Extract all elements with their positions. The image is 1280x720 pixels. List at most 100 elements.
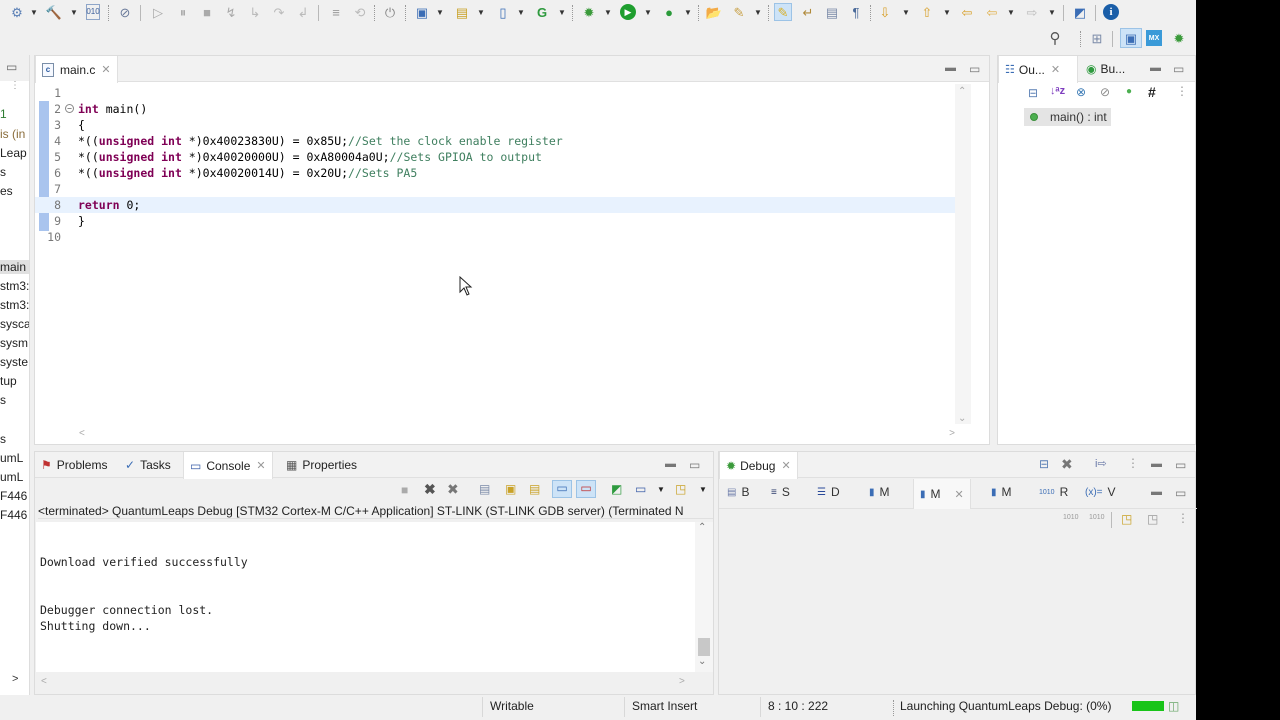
step-over-icon[interactable]: ↷ [270, 3, 288, 21]
maximize-icon[interactable]: ▭ [6, 60, 17, 74]
debug-perspective-icon[interactable]: ✹ [1170, 29, 1188, 47]
tree-item-selected[interactable]: main [0, 260, 29, 274]
chevron-down-icon[interactable]: ▼ [657, 485, 665, 494]
tree-item[interactable]: stm3: [0, 298, 29, 312]
tab-tasks[interactable]: ✓ Tasks [119, 452, 177, 478]
fold-collapse-icon[interactable]: − [65, 104, 74, 113]
chevron-down-icon[interactable]: ▼ [754, 5, 762, 19]
search-icon[interactable]: ✎ [730, 3, 748, 21]
maximize-icon[interactable]: ▭ [689, 458, 700, 472]
scroll-left-icon[interactable]: < [41, 676, 47, 687]
code-line[interactable]: 3{ [35, 117, 955, 133]
scrollbar-thumb[interactable] [698, 638, 710, 656]
close-icon[interactable]: ✕ [781, 459, 790, 472]
cubemx-perspective-icon[interactable]: MX [1146, 30, 1162, 46]
show-whitespace-icon[interactable]: ¶ [847, 3, 865, 21]
chevron-down-icon[interactable]: ▼ [517, 5, 525, 19]
tab-memory-2[interactable]: ▮ M ✕ [913, 479, 971, 509]
collapse-all-icon[interactable]: ⊟ [1039, 457, 1049, 471]
tab-sfrs[interactable]: ≡ S [771, 485, 790, 499]
external-tools-icon[interactable]: ● [660, 3, 678, 21]
tree-item[interactable]: syste [0, 355, 28, 369]
chevron-down-icon[interactable]: ▼ [699, 485, 707, 494]
maximize-icon[interactable]: ▭ [1173, 62, 1184, 76]
chevron-down-icon[interactable]: ▼ [604, 5, 612, 19]
close-icon[interactable]: ✕ [955, 488, 964, 501]
hide-macros-icon[interactable]: # [1148, 84, 1156, 100]
code-line[interactable]: 2− int main() [35, 101, 955, 117]
code-line[interactable]: 4 *((unsigned int *)0x40023830U) = 0x85U;… [35, 133, 955, 149]
tab-breakpoints[interactable]: ▤ B [727, 485, 749, 499]
tree-item[interactable]: s [0, 165, 6, 179]
maximize-icon[interactable]: ▭ [1175, 486, 1186, 500]
binary-file-icon[interactable]: 010 [86, 4, 100, 20]
chevron-down-icon[interactable]: ▼ [1048, 5, 1056, 19]
chevron-down-icon[interactable]: ▼ [70, 5, 78, 19]
chevron-down-icon[interactable]: ▼ [558, 5, 566, 19]
resume-icon[interactable]: ▷ [149, 3, 167, 21]
tree-item[interactable]: 1 [0, 107, 7, 121]
chevron-down-icon[interactable]: ▼ [1007, 5, 1015, 19]
open-console-icon[interactable]: ◳ [675, 482, 686, 496]
word-wrap-icon[interactable]: ▤ [529, 482, 540, 496]
chevron-down-icon[interactable]: ▼ [477, 5, 485, 19]
tree-item[interactable]: s [0, 393, 6, 407]
run-icon[interactable]: ▶ [620, 4, 636, 20]
restart-icon[interactable]: ⟲ [351, 3, 369, 21]
new-c-file-icon[interactable]: ▯ [494, 3, 512, 21]
hide-non-public-icon[interactable]: ● [1126, 86, 1132, 97]
tab-registers[interactable]: 1010 R [1039, 485, 1068, 499]
tab-console[interactable]: ▭ Console ✕ [183, 452, 273, 479]
new-c-project-icon[interactable]: ▣ [413, 3, 431, 21]
launch-progress-label[interactable]: Launching QuantumLeaps Debug: (0%) [900, 699, 1111, 713]
back-icon[interactable]: ⇦ [983, 3, 1001, 21]
console-output[interactable]: Download verified successfully Debugger … [36, 522, 699, 672]
close-icon[interactable]: ✕ [1051, 63, 1060, 76]
maximize-icon[interactable]: ▭ [969, 62, 980, 76]
view-menu-icon[interactable]: ⋮ [1177, 511, 1189, 525]
tab-memory-1[interactable]: ▮ M [869, 485, 890, 499]
minimize-icon[interactable]: ▬ [665, 458, 676, 470]
open-perspective-icon[interactable]: ⊞ [1088, 29, 1106, 47]
show-on-output-icon[interactable]: ▭ [552, 480, 572, 498]
scroll-down-icon[interactable]: ⌄ [698, 656, 706, 667]
code-line[interactable]: 10 [35, 229, 955, 245]
tree-item[interactable]: s [0, 432, 6, 446]
new-class-icon[interactable]: G [533, 3, 551, 21]
scroll-lock-icon[interactable]: ▣ [505, 482, 516, 496]
tab-debug[interactable]: ✹ Debug ✕ [719, 452, 798, 479]
new-source-folder-icon[interactable]: ▤ [453, 3, 471, 21]
remove-all-terminated-icon[interactable]: ✖ [447, 481, 459, 498]
terminate-icon[interactable]: ■ [401, 483, 408, 497]
view-menu-icon[interactable]: ⋮ [10, 81, 20, 91]
forward-icon[interactable]: ⇨ [1023, 3, 1041, 21]
chevron-down-icon[interactable]: ▼ [943, 5, 951, 19]
scroll-right-icon[interactable]: > [679, 676, 685, 687]
outline-item-main[interactable]: main() : int [1024, 108, 1111, 126]
instruction-pointer-icon[interactable]: i⇨ [1095, 457, 1107, 470]
build-hammer-icon[interactable]: 🔨 [45, 3, 63, 21]
step-into-icon[interactable]: ↳ [246, 3, 264, 21]
open-perspective-icon[interactable]: ◩ [1071, 3, 1089, 21]
display-console-icon[interactable]: ▭ [635, 482, 646, 496]
tree-item[interactable]: umL [0, 451, 23, 465]
minimize-icon[interactable]: ▬ [1150, 62, 1161, 74]
tree-item[interactable]: is (in [0, 127, 25, 141]
tab-disassembly[interactable]: ☰ D [817, 485, 840, 499]
close-icon[interactable]: ✕ [101, 63, 110, 76]
previous-annotation-icon[interactable]: ⇧ [918, 3, 936, 21]
tab-build-analyzer[interactable]: ◉ Bu... [1080, 56, 1131, 82]
code-line[interactable]: 8 return 0; [35, 197, 955, 213]
minimize-icon[interactable]: ▬ [945, 62, 956, 74]
sort-icon[interactable]: ↓ᵃz [1050, 85, 1065, 97]
tab-variables[interactable]: (x)= V [1085, 485, 1116, 499]
code-line[interactable]: 9} [35, 213, 955, 229]
debug-config-icon[interactable]: ⚙ [8, 3, 26, 21]
view-menu-icon[interactable]: ⋮ [1176, 84, 1188, 98]
scroll-up-icon[interactable]: ⌃ [958, 86, 966, 97]
progress-view-icon[interactable]: ◫ [1168, 699, 1179, 713]
open-type-icon[interactable]: 📂 [705, 3, 723, 21]
last-edit-location-icon[interactable]: ⇦ [958, 3, 976, 21]
remove-launch-icon[interactable]: ✖ [424, 481, 436, 498]
next-annotation-icon[interactable]: ⇩ [876, 3, 894, 21]
